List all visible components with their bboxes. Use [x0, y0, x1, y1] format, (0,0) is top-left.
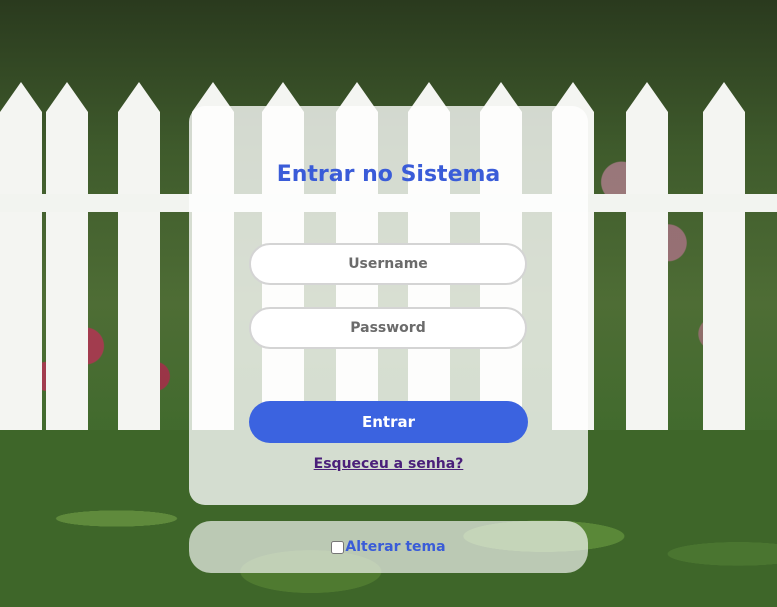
forgot-password-link[interactable]: Esqueceu a senha? [189, 456, 588, 472]
login-title: Entrar no Sistema [276, 162, 501, 187]
fence-picket [0, 82, 42, 442]
password-input[interactable] [249, 307, 527, 349]
fence-picket [626, 82, 668, 442]
theme-toggle-label[interactable]: Alterar tema [345, 539, 445, 555]
fence-picket [118, 82, 160, 442]
login-button[interactable]: Entrar [249, 401, 528, 443]
fence-picket [46, 82, 88, 442]
fence-picket [703, 82, 745, 442]
login-card: Entrar no Sistema Entrar Esqueceu a senh… [189, 106, 588, 505]
theme-toggle-bar: Alterar tema [189, 521, 588, 573]
username-input[interactable] [249, 243, 527, 285]
theme-checkbox[interactable] [331, 540, 345, 554]
